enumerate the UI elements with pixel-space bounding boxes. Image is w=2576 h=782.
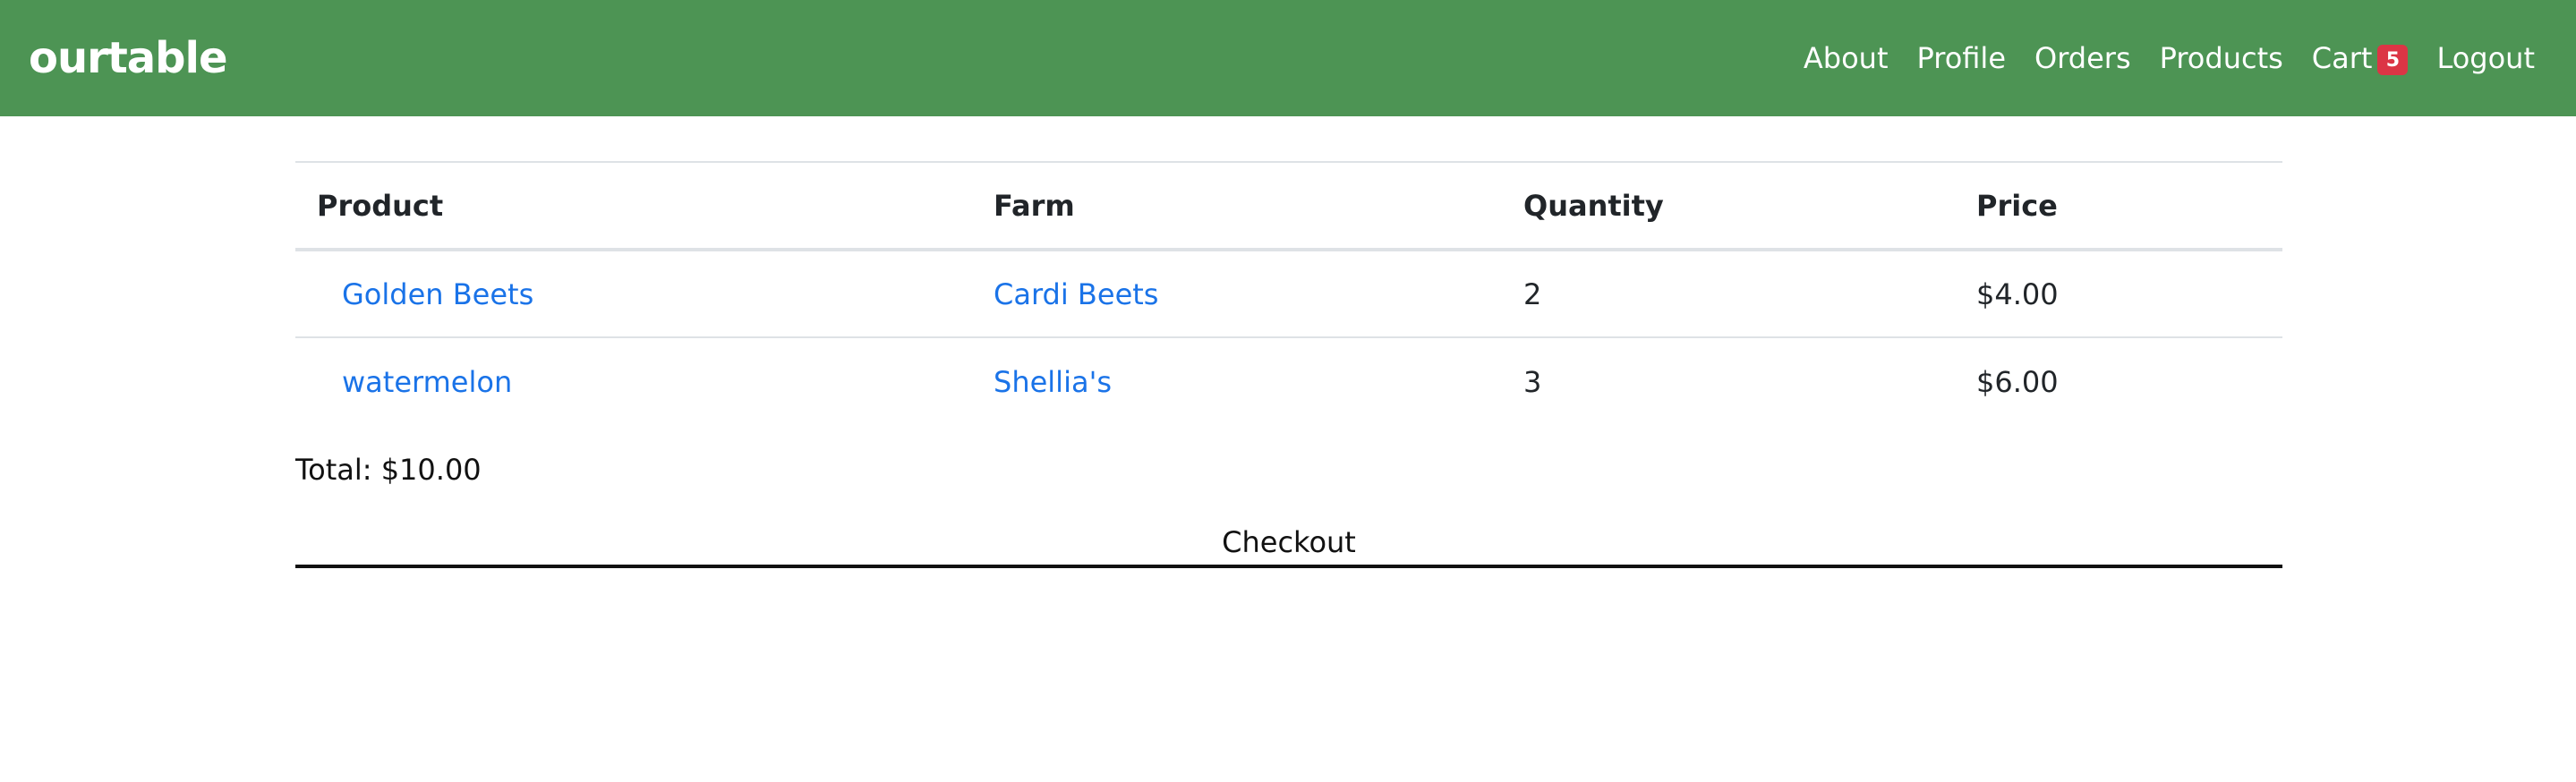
table-row: watermelon Shellia's 3 $6.00 [295,337,2282,425]
nav-links: About Profile Orders Products Cart 5 Log… [1804,41,2535,75]
nav-about[interactable]: About [1804,41,1889,75]
farm-cell: Shellia's [972,337,1502,425]
farm-link[interactable]: Shellia's [994,365,1112,399]
nav-cart[interactable]: Cart 5 [2312,41,2409,75]
header-farm: Farm [972,162,1502,251]
table-row: Golden Beets Cardi Beets 2 $4.00 [295,250,2282,338]
header-price: Price [1955,162,2282,251]
nav-profile[interactable]: Profile [1917,41,2007,75]
quantity-cell: 3 [1523,364,1542,399]
price-cell: $4.00 [1955,250,2282,338]
checkout-button[interactable]: Checkout [295,520,2282,568]
header-product: Product [295,162,972,251]
header-quantity: Quantity [1502,162,1955,251]
nav-logout[interactable]: Logout [2436,41,2535,75]
product-link[interactable]: Golden Beets [342,277,533,311]
farm-link[interactable]: Cardi Beets [994,277,1158,311]
farm-cell: Cardi Beets [972,250,1502,338]
product-cell: watermelon [295,337,972,425]
nav-products[interactable]: Products [2160,41,2283,75]
quantity-cell: 2 [1502,250,1955,338]
nav-cart-label: Cart [2311,41,2373,75]
cart-total: Total: $10.00 [295,453,482,487]
cart-count-badge: 5 [2377,45,2409,75]
product-link[interactable]: watermelon [342,365,512,399]
navbar: ourtable About Profile Orders Products C… [0,0,2576,116]
cart-content: Product Farm Quantity Price Golden Beets… [295,161,2282,568]
cart-table: Product Farm Quantity Price Golden Beets… [295,161,2282,425]
nav-orders[interactable]: Orders [2034,41,2131,75]
product-cell: Golden Beets [295,250,972,338]
table-header-row: Product Farm Quantity Price [295,162,2282,251]
brand-logo[interactable]: ourtable [29,33,228,83]
price-cell: $6.00 [1976,364,2059,399]
